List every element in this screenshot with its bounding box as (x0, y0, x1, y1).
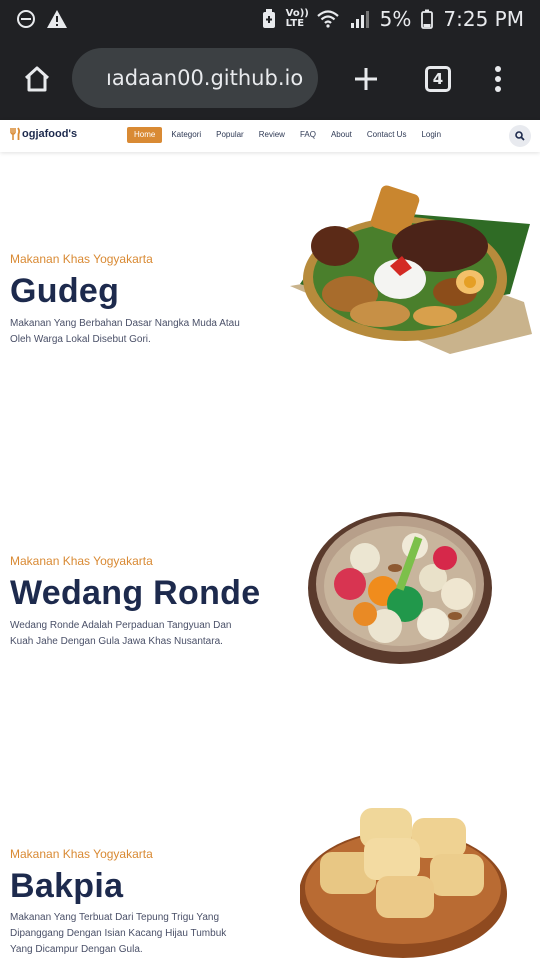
clock: 7:25 PM (443, 7, 524, 31)
warning-icon (46, 9, 68, 29)
description-line: Wedang Ronde Adalah Perpaduan Tangyuan D… (10, 620, 232, 631)
section-description: Wedang Ronde Adalah Perpaduan Tangyuan D… (10, 618, 265, 650)
nav-popular[interactable]: Popular (216, 127, 244, 143)
url-text: ıadaan00.github.io (106, 66, 304, 90)
wedang-ronde-image (308, 512, 492, 664)
status-bar: Vo)) LTE 5% 7:25 PM (0, 0, 540, 38)
description-line: Makanan Yang Berbahan Dasar Nangka Muda … (10, 318, 240, 329)
nav-links: Home Kategori Popular Review FAQ About C… (127, 127, 456, 143)
description-line: Oleh Warga Lokal Disebut Gori. (10, 334, 151, 345)
menu-icon (495, 66, 501, 92)
section-description: Makanan Yang Berbahan Dasar Nangka Muda … (10, 316, 265, 348)
site-search-button[interactable] (509, 125, 531, 147)
site-logo[interactable]: ogjafood's (9, 127, 77, 141)
do-not-disturb-icon (16, 9, 36, 29)
section-title: Gudeg (10, 272, 120, 310)
network-type-label: Vo)) LTE (285, 8, 309, 29)
description-line: Yang Dicampur Dengan Gula. (10, 944, 143, 955)
home-button[interactable] (20, 38, 54, 120)
section-subtitle: Makanan Khas Yogyakarta (10, 252, 153, 266)
nav-login[interactable]: Login (421, 127, 441, 143)
bakpia-image (300, 808, 507, 958)
utensils-icon (10, 127, 21, 140)
hero-section-bakpia: Makanan Khas Yogyakarta Bakpia Makanan Y… (0, 752, 540, 960)
hero-section-gudeg: Makanan Khas Yogyakarta Gudeg Makanan Ya… (0, 152, 540, 452)
hero-section-wedang-ronde: Makanan Khas Yogyakarta Wedang Ronde Wed… (0, 452, 540, 752)
section-subtitle: Makanan Khas Yogyakarta (10, 554, 153, 568)
description-line: Dipanggang Dengan Isian Kacang Hijau Tum… (10, 928, 227, 939)
address-bar[interactable]: ıadaan00.github.io (72, 48, 318, 108)
nav-kategori[interactable]: Kategori (171, 127, 201, 143)
new-tab-button[interactable] (350, 38, 382, 120)
browser-toolbar: ıadaan00.github.io 4 (0, 38, 540, 120)
nav-review[interactable]: Review (259, 127, 285, 143)
gudeg-image (290, 185, 532, 354)
nav-home[interactable]: Home (127, 127, 163, 143)
battery-icon (421, 9, 434, 29)
browser-menu-button[interactable] (488, 38, 508, 120)
section-title: Wedang Ronde (10, 574, 261, 612)
tab-switcher-button[interactable]: 4 (422, 38, 454, 120)
battery-saver-icon (262, 9, 276, 29)
signal-icon (350, 9, 370, 29)
nav-about[interactable]: About (331, 127, 352, 143)
search-icon (515, 131, 525, 141)
description-line: Kuah Jahe Dengan Gula Jawa Khas Nusantar… (10, 636, 223, 647)
section-title: Bakpia (10, 867, 124, 905)
logo-text: ogjafood's (22, 128, 78, 140)
new-tab-icon (355, 68, 377, 90)
battery-percent: 5% (379, 7, 412, 31)
site-navbar: ogjafood's Home Kategori Popular Review … (0, 120, 540, 152)
wifi-icon (316, 9, 340, 29)
tab-count: 4 (425, 66, 451, 92)
home-icon (24, 66, 50, 92)
nav-contact[interactable]: Contact Us (367, 127, 407, 143)
description-line: Makanan Yang Terbuat Dari Tepung Trigu Y… (10, 912, 220, 923)
nav-faq[interactable]: FAQ (300, 127, 316, 143)
section-description: Makanan Yang Terbuat Dari Tepung Trigu Y… (10, 910, 265, 958)
section-subtitle: Makanan Khas Yogyakarta (10, 847, 153, 861)
